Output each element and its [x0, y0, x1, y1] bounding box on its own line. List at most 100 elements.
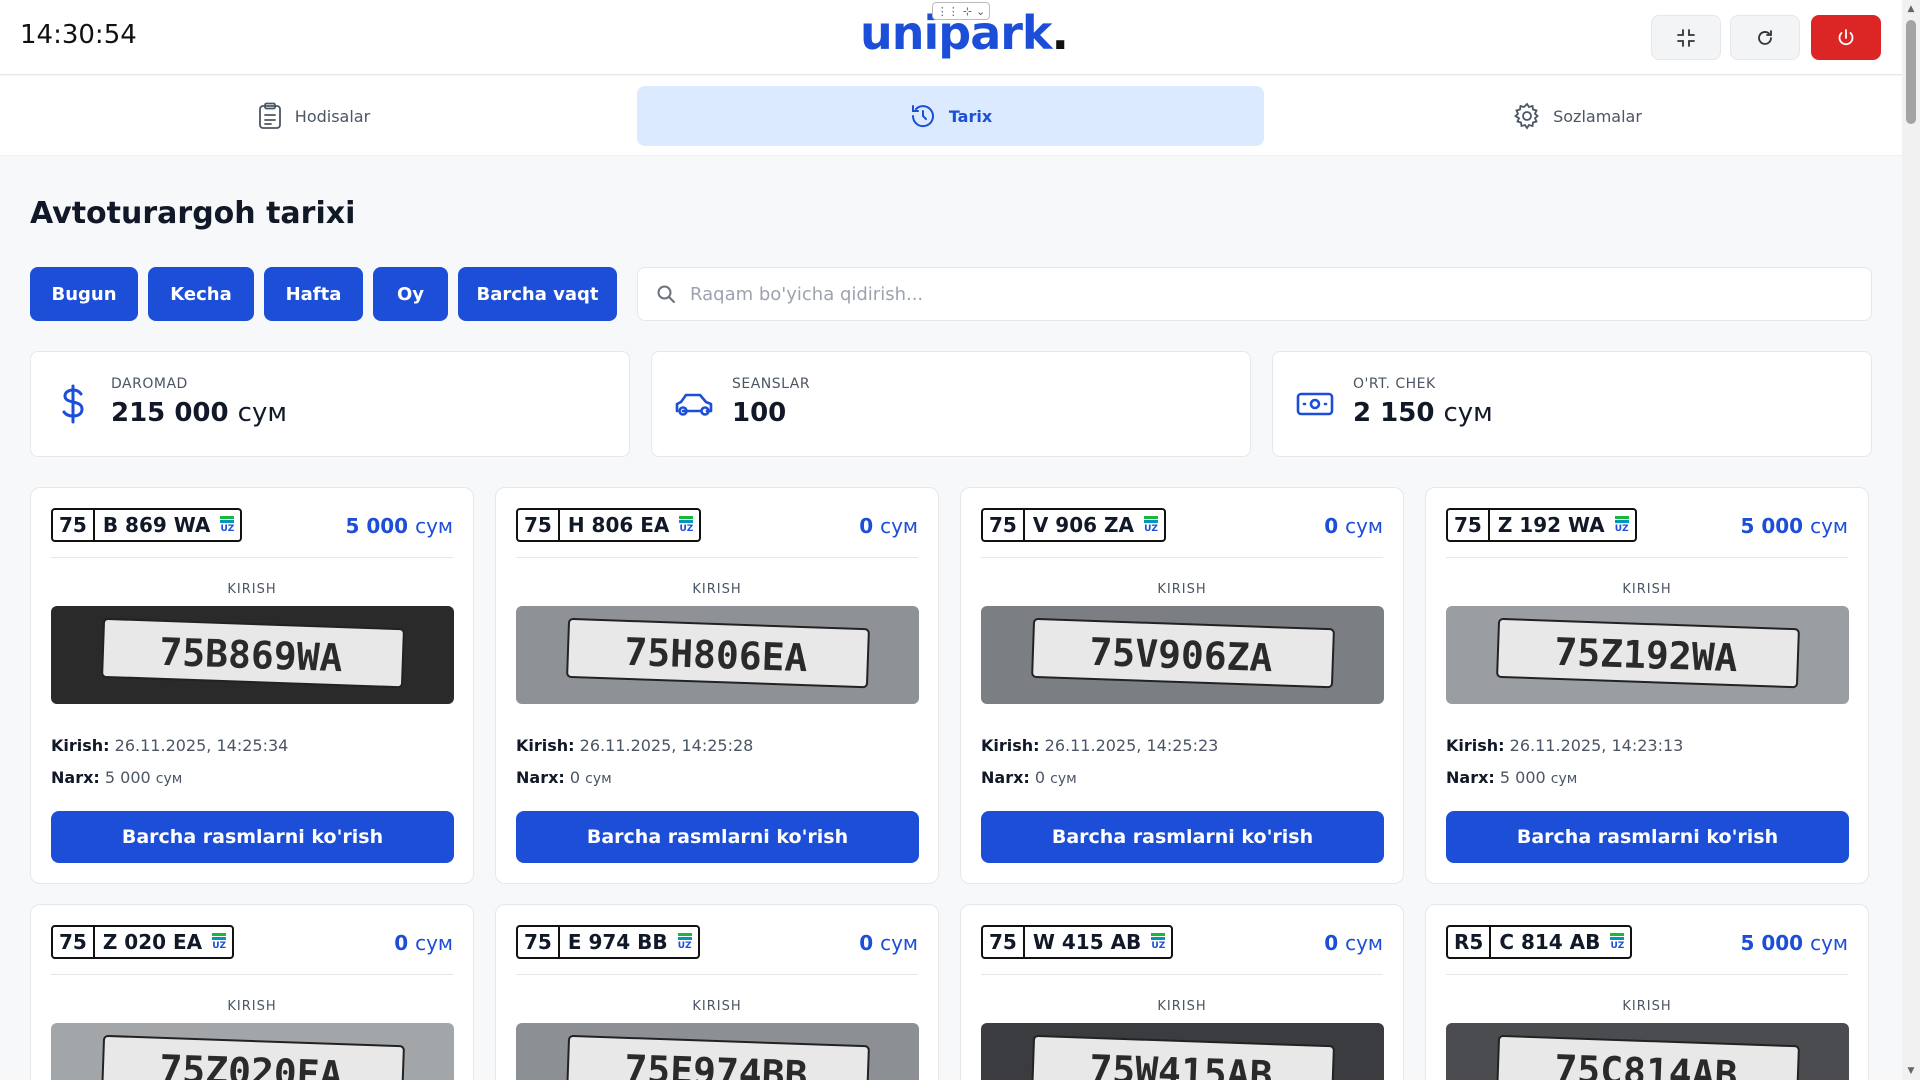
price-info: Narx: 0 сум: [516, 768, 612, 787]
stat-average-check: O'RT. CHEK 2 150 сум: [1272, 351, 1872, 457]
price-info-value: 0: [1034, 768, 1046, 787]
price-value: 5 000: [1740, 931, 1804, 955]
session-card: 75 W 415 AB UZ 0 сум KIRISH 75W415AB: [960, 904, 1404, 1080]
uz-flag-icon: UZ: [1608, 927, 1630, 957]
plate-photo-image: 75Z192WA: [1446, 606, 1849, 704]
scrollbar[interactable]: ▲ ▼: [1902, 0, 1920, 1080]
license-plate: R5 C 814 AB UZ: [1446, 925, 1633, 959]
photo-plate-text: 75Z192WA: [1554, 630, 1739, 680]
view-all-photos-button[interactable]: Barcha rasmlarni ko'rish: [981, 811, 1384, 863]
plate-country: UZ: [1144, 524, 1158, 534]
entry-label: KIRISH: [1622, 582, 1672, 597]
price-unit: сум: [415, 514, 453, 538]
stat-value: 100: [732, 398, 786, 428]
plate-photo-image: 75E974BB: [516, 1023, 919, 1080]
entry-time: Kirish: 26.11.2025, 14:25:23: [981, 736, 1218, 755]
entry-time: Kirish: 26.11.2025, 14:25:28: [516, 736, 753, 755]
plate-photo[interactable]: 75H806EA: [516, 606, 919, 704]
search-input[interactable]: [690, 283, 1840, 305]
filter-yesterday-button[interactable]: Kecha: [148, 267, 254, 321]
license-plate: 75 E 974 BB UZ: [516, 925, 700, 959]
money-icon: [1295, 384, 1335, 424]
plate-photo[interactable]: 75Z020EA: [51, 1023, 454, 1080]
refresh-button[interactable]: [1730, 15, 1800, 60]
car-icon: [674, 384, 714, 424]
entry-label: KIRISH: [1622, 999, 1672, 1014]
divider: [516, 557, 918, 558]
search-icon: [657, 285, 675, 303]
plate-photo[interactable]: 75V906ZA: [981, 606, 1384, 704]
chevron-down-icon: ⌄: [976, 4, 986, 18]
gear-icon: [1514, 102, 1539, 130]
tab-hodisalar[interactable]: Hodisalar: [0, 86, 627, 146]
plate-photo[interactable]: 75W415AB: [981, 1023, 1384, 1080]
view-all-photos-button[interactable]: Barcha rasmlarni ko'rish: [1446, 811, 1849, 863]
divider: [51, 974, 453, 975]
plate-photo[interactable]: 75C814AB: [1446, 1023, 1849, 1080]
plate-number: W 415 AB: [1032, 930, 1142, 954]
tab-label: Sozlamalar: [1553, 106, 1642, 126]
view-all-photos-button[interactable]: Barcha rasmlarni ko'rish: [51, 811, 454, 863]
price-value: 0: [1324, 514, 1339, 538]
plate-number: Z 192 WA: [1497, 513, 1605, 537]
plate-region: 75: [518, 927, 560, 957]
card-price: 0 сум: [394, 931, 453, 955]
plate-country: UZ: [1151, 941, 1166, 951]
card-price: 5 000 сум: [345, 514, 453, 538]
photo-plate-text: 75B869WA: [159, 630, 344, 680]
filter-today-button[interactable]: Bugun: [30, 267, 138, 321]
clock: 14:30:54: [20, 20, 137, 50]
price-unit: сум: [1345, 931, 1383, 955]
top-bar: 14:30:54 unipark. ⋮⋮ ⊹ ⌄: [0, 0, 1902, 75]
scroll-down-icon[interactable]: ▼: [1906, 1066, 1916, 1076]
scrollbar-thumb[interactable]: [1906, 20, 1916, 124]
entry-label: KIRISH: [692, 582, 742, 597]
refresh-icon: [1758, 29, 1772, 45]
price-info-unit: сум: [585, 771, 612, 787]
minimize-button[interactable]: [1651, 15, 1721, 60]
card-price: 5 000 сум: [1740, 514, 1848, 538]
entry-label: KIRISH: [1157, 999, 1207, 1014]
uz-flag-icon: UZ: [218, 510, 240, 540]
divider: [1446, 557, 1848, 558]
plate-number: Z 020 EA: [102, 930, 203, 954]
devtools-toggle[interactable]: ⋮⋮ ⊹ ⌄: [932, 2, 990, 20]
plate-region: 75: [983, 927, 1025, 957]
filter-week-button[interactable]: Hafta: [264, 267, 363, 321]
plate-photo-image: 75C814AB: [1446, 1023, 1849, 1080]
card-price: 0 сум: [1324, 931, 1383, 955]
price-unit: сум: [415, 931, 453, 955]
tab-sozlamalar[interactable]: Sozlamalar: [1264, 86, 1891, 146]
entry-label: KIRISH: [227, 999, 277, 1014]
plate-number: B 869 WA: [102, 513, 211, 537]
expand-icon: ⊹: [962, 4, 972, 18]
plate-photo[interactable]: 75Z192WA: [1446, 606, 1849, 704]
session-card: 75 H 806 EA UZ 0 сум KIRISH 75H806EA Kirish: 2…: [495, 487, 939, 884]
photo-plate-text: 75Z020EA: [159, 1047, 344, 1080]
plate-country: UZ: [679, 524, 694, 534]
license-plate: 75 B 869 WA UZ: [51, 508, 243, 542]
card-price: 0 сум: [1324, 514, 1383, 538]
plate-region: 75: [53, 927, 95, 957]
filter-all-time-button[interactable]: Barcha vaqt: [458, 267, 617, 321]
plate-photo-image: 75W415AB: [981, 1023, 1384, 1080]
stat-sessions: SEANSLAR 100: [651, 351, 1251, 457]
price-value: 0: [859, 514, 874, 538]
price-info: Narx: 5 000 сум: [51, 768, 182, 787]
plate-photo[interactable]: 75B869WA: [51, 606, 454, 704]
view-all-photos-button[interactable]: Barcha rasmlarni ko'rish: [516, 811, 919, 863]
tab-tarix[interactable]: Tarix: [637, 86, 1264, 146]
divider: [51, 557, 453, 558]
scroll-up-icon[interactable]: ▲: [1906, 4, 1916, 14]
power-button[interactable]: [1811, 15, 1881, 60]
price-value: 0: [394, 931, 409, 955]
plate-photo[interactable]: 75E974BB: [516, 1023, 919, 1080]
price-unit: сум: [880, 931, 918, 955]
filter-month-button[interactable]: Oy: [373, 267, 448, 321]
session-card: 75 V 906 ZA UZ 0 сум KIRISH 75V906ZA Kirish: 2…: [960, 487, 1404, 884]
uz-flag-icon: UZ: [677, 510, 699, 540]
power-icon: [1838, 28, 1854, 45]
price-info-unit: сум: [155, 771, 183, 787]
photo-plate-text: 75E974BB: [624, 1047, 808, 1080]
license-plate: 75 H 806 EA UZ: [516, 508, 702, 542]
